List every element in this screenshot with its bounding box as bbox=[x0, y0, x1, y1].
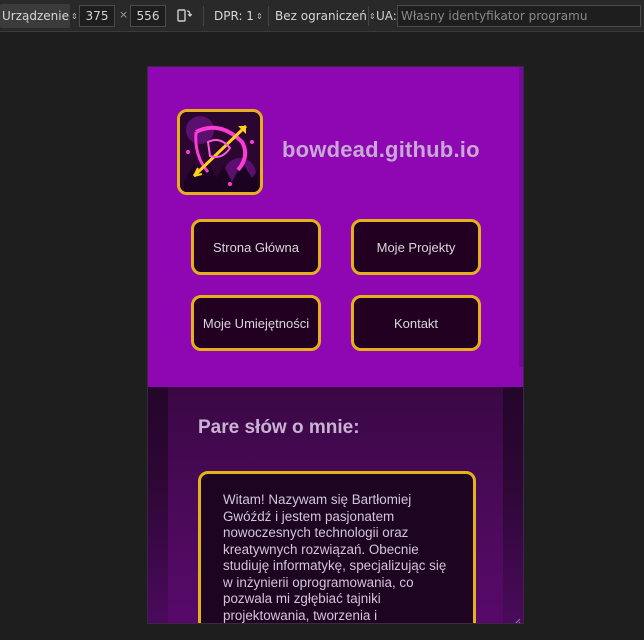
user-agent-label: UA: bbox=[376, 9, 397, 23]
viewport-height-input[interactable]: 556 bbox=[130, 5, 166, 27]
bow-and-arrow-logo-icon[interactable] bbox=[177, 109, 263, 195]
site-header: bowdead.github.io Strona Główna Moje Pro… bbox=[148, 67, 523, 387]
viewport-width-input[interactable]: 375 bbox=[79, 5, 115, 27]
about-text: Witam! Nazywam się Bartłomiej Gwóźdź i j… bbox=[223, 492, 447, 623]
toolbar-divider bbox=[203, 6, 204, 26]
device-toolbar: Urządzenie ⇕ 375 × 556 DPR: 1 ⇕ Bez ogra… bbox=[0, 0, 644, 32]
emulated-viewport: bowdead.github.io Strona Główna Moje Pro… bbox=[147, 66, 524, 624]
caret-updown-icon: ⇕ bbox=[71, 11, 78, 21]
caret-updown-icon: ⇕ bbox=[255, 11, 263, 21]
dpr-select[interactable]: DPR: 1 ⇕ bbox=[214, 4, 263, 28]
about-section-panel: Pare słów o mnie: Witam! Nazywam się Bar… bbox=[168, 387, 503, 623]
nav-button-contact[interactable]: Kontakt bbox=[351, 295, 481, 351]
rotate-icon[interactable] bbox=[175, 7, 193, 25]
about-section: Pare słów o mnie: Witam! Nazywam się Bar… bbox=[148, 387, 523, 623]
site-title: bowdead.github.io bbox=[282, 137, 480, 162]
user-agent-input[interactable]: Własny identyfikator programu bbox=[397, 5, 641, 27]
caret-updown-icon: ⇕ bbox=[368, 11, 376, 21]
about-heading: Pare słów o mnie: bbox=[198, 417, 360, 438]
throttling-select-label: Bez ograniczeń bbox=[275, 9, 367, 23]
device-select[interactable]: Urządzenie ⇕ bbox=[0, 4, 78, 28]
dimension-separator: × bbox=[119, 8, 129, 21]
dpr-select-label: DPR: 1 bbox=[214, 9, 254, 23]
throttling-select[interactable]: Bez ograniczeń ⇕ bbox=[275, 4, 376, 28]
toolbar-divider bbox=[368, 6, 369, 26]
device-select-label: Urządzenie bbox=[2, 9, 69, 23]
nav-button-home[interactable]: Strona Główna bbox=[191, 219, 321, 275]
resize-grip-icon[interactable] bbox=[511, 613, 521, 623]
nav-button-skills[interactable]: Moje Umiejętności bbox=[191, 295, 321, 351]
toolbar-divider bbox=[268, 6, 269, 26]
nav-button-projects[interactable]: Moje Projekty bbox=[351, 219, 481, 275]
about-text-box: Witam! Nazywam się Bartłomiej Gwóźdź i j… bbox=[198, 471, 476, 623]
page-scrollbar[interactable] bbox=[519, 67, 523, 367]
